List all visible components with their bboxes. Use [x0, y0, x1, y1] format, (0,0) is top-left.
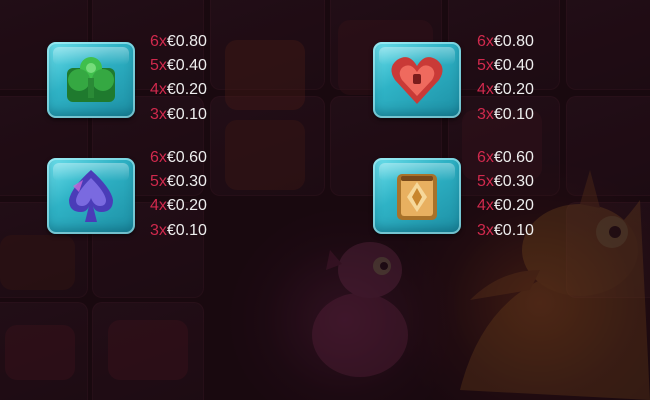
diamond-payouts: 6x€0.60 5x€0.30 4x€0.20 3x€0.10: [477, 146, 577, 243]
spade-payouts: 6x€0.60 5x€0.30 4x€0.20 3x€0.10: [150, 146, 250, 243]
multiplier-label: 4x: [150, 81, 167, 99]
payout-amount: €0.40: [166, 57, 207, 75]
payout-row: 4x€0.20: [150, 194, 250, 218]
multiplier-label: 6x: [150, 33, 167, 50]
multiplier-label: 4x: [477, 197, 494, 215]
payout-amount: €0.10: [166, 105, 207, 123]
payout-row: 5x€0.40: [150, 54, 250, 78]
payout-row: 3x€0.10: [477, 219, 577, 243]
multiplier-label: 3x: [477, 221, 494, 239]
clover-payouts: 6x€0.80 5x€0.40 4x€0.20 3x€0.10: [150, 30, 250, 127]
clover-symbol-tile: [47, 42, 135, 118]
payout-amount: €0.40: [493, 57, 534, 75]
heart-symbol-tile: [373, 42, 461, 118]
payout-amount: €0.60: [166, 149, 207, 166]
payout-row: 6x€0.80: [150, 30, 250, 54]
payout-row: 4x€0.20: [477, 78, 577, 102]
payout-amount: €0.10: [166, 221, 207, 239]
multiplier-label: 4x: [477, 81, 494, 99]
multiplier-label: 6x: [477, 33, 494, 50]
multiplier-label: 5x: [150, 173, 167, 191]
multiplier-label: 3x: [150, 105, 167, 123]
spade-symbol-tile: [47, 158, 135, 234]
spade-gem-icon: [69, 170, 113, 222]
payout-amount: €0.20: [166, 81, 207, 99]
payout-amount: €0.80: [493, 33, 534, 50]
payout-amount: €0.30: [493, 173, 534, 191]
payout-row: 5x€0.30: [477, 170, 577, 194]
payout-amount: €0.80: [166, 33, 207, 50]
multiplier-label: 6x: [477, 149, 494, 166]
payout-amount: €0.10: [493, 221, 534, 239]
multiplier-label: 5x: [477, 173, 494, 191]
payout-row: 3x€0.10: [150, 103, 250, 127]
multiplier-label: 6x: [150, 149, 167, 166]
payout-row: 6x€0.80: [477, 30, 577, 54]
payout-row: 6x€0.60: [150, 146, 250, 170]
multiplier-label: 3x: [477, 105, 494, 123]
payout-amount: €0.60: [493, 149, 534, 166]
multiplier-label: 5x: [150, 57, 167, 75]
payout-row: 3x€0.10: [150, 219, 250, 243]
heart-gem-icon: [391, 57, 443, 104]
payout-amount: €0.20: [166, 197, 207, 215]
payout-amount: €0.30: [166, 173, 207, 191]
heart-payouts: 6x€0.80 5x€0.40 4x€0.20 3x€0.10: [477, 30, 577, 127]
payout-row: 5x€0.40: [477, 54, 577, 78]
multiplier-label: 5x: [477, 57, 494, 75]
payout-amount: €0.20: [493, 197, 534, 215]
multiplier-label: 3x: [150, 221, 167, 239]
clover-gem-icon: [67, 57, 115, 102]
payout-row: 5x€0.30: [150, 170, 250, 194]
diamond-gem-icon: [397, 174, 437, 220]
payout-amount: €0.10: [493, 105, 534, 123]
payout-amount: €0.20: [493, 81, 534, 99]
payout-row: 6x€0.60: [477, 146, 577, 170]
diamond-symbol-tile: [373, 158, 461, 234]
payout-row: 4x€0.20: [150, 78, 250, 102]
payout-row: 3x€0.10: [477, 103, 577, 127]
payout-row: 4x€0.20: [477, 194, 577, 218]
multiplier-label: 4x: [150, 197, 167, 215]
